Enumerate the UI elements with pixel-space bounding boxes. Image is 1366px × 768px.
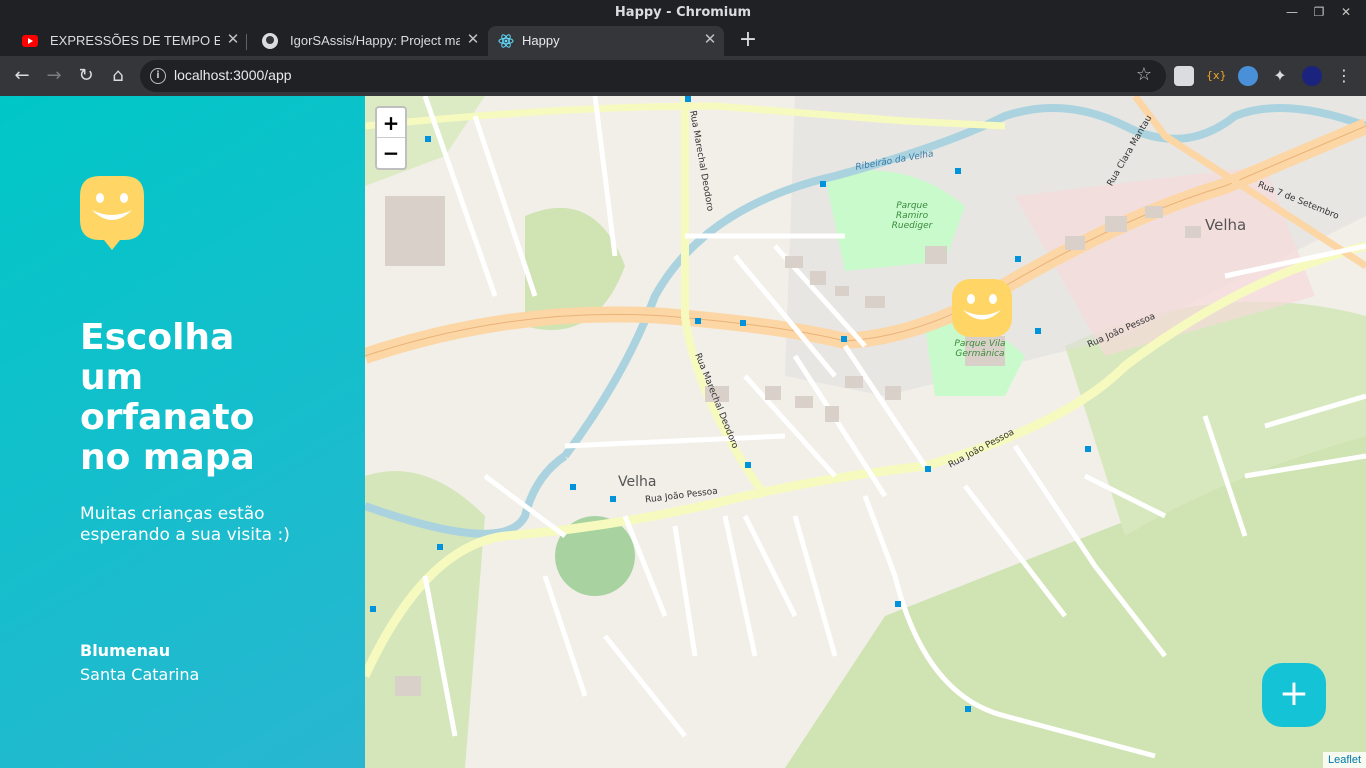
tab-label: EXPRESSÕES DE TEMPO EM IN xyxy=(50,33,220,48)
owl-extension-icon[interactable] xyxy=(1238,66,1258,86)
tab-youtube[interactable]: EXPRESSÕES DE TEMPO EM IN ✕ xyxy=(8,26,246,56)
github-icon xyxy=(262,33,278,49)
window-title: Happy - Chromium xyxy=(614,5,752,20)
youtube-icon xyxy=(22,35,38,47)
app: Escolha um orfanato no mapa Muitas crian… xyxy=(0,96,1366,768)
zoom-in-button[interactable]: + xyxy=(377,108,405,138)
avatar[interactable] xyxy=(1302,66,1322,86)
reload-icon[interactable]: ↻ xyxy=(74,64,98,88)
location-city: Blumenau xyxy=(80,641,171,660)
map[interactable]: Parque Ramiro Ruediger Parque Vila Germâ… xyxy=(365,96,1366,768)
sidebar: Escolha um orfanato no mapa Muitas crian… xyxy=(0,96,365,768)
react-icon xyxy=(498,34,514,48)
tab-github[interactable]: IgorSAssis/Happy: Project ma ✕ xyxy=(248,26,486,56)
map-attribution[interactable]: Leaflet xyxy=(1322,752,1366,768)
zoom-control: + − xyxy=(375,106,407,170)
minimize-icon[interactable]: — xyxy=(1283,2,1301,22)
address-bar[interactable]: i localhost:3000/app ☆ xyxy=(140,60,1166,92)
info-icon[interactable]: i xyxy=(150,68,166,84)
extension-icon[interactable] xyxy=(1174,66,1194,86)
tab-strip: EXPRESSÕES DE TEMPO EM IN ✕ IgorSAssis/H… xyxy=(0,26,1366,56)
tab-label: IgorSAssis/Happy: Project ma xyxy=(290,33,460,48)
tab-divider xyxy=(246,34,247,50)
restore-icon[interactable]: ❐ xyxy=(1310,2,1328,22)
close-tab-icon[interactable]: ✕ xyxy=(701,31,719,49)
park-label: Parque Vila Germânica xyxy=(954,339,1006,359)
map-tiles[interactable] xyxy=(365,96,1366,768)
bookmark-star-icon[interactable]: ☆ xyxy=(1136,64,1152,85)
zoom-out-button[interactable]: − xyxy=(377,138,405,168)
menu-kebab-icon[interactable]: ⋮ xyxy=(1334,66,1354,86)
close-tab-icon[interactable]: ✕ xyxy=(224,31,242,49)
url-text[interactable]: localhost:3000/app xyxy=(174,67,292,83)
tab-label: Happy xyxy=(522,33,560,48)
district-label: Velha xyxy=(1205,216,1247,234)
close-tab-icon[interactable]: ✕ xyxy=(464,31,482,49)
close-window-icon[interactable]: ✕ xyxy=(1337,2,1355,22)
forward-icon[interactable]: → xyxy=(42,64,66,88)
happy-logo-icon xyxy=(80,176,144,250)
district-label: Velha xyxy=(618,474,657,490)
add-orphanage-button[interactable]: + xyxy=(1262,663,1326,727)
location-state: Santa Catarina xyxy=(80,665,200,684)
window-titlebar: Happy - Chromium — ❐ ✕ xyxy=(0,0,1366,26)
park-label: Parque Ramiro Ruediger xyxy=(891,201,933,231)
puzzle-icon[interactable]: ✦ xyxy=(1270,66,1290,86)
page-subtitle: Muitas crianças estão esperando a sua vi… xyxy=(80,504,290,545)
orphanage-marker-icon[interactable] xyxy=(952,279,1012,339)
back-icon[interactable]: ← xyxy=(10,64,34,88)
home-icon[interactable]: ⌂ xyxy=(106,64,130,88)
json-extension-icon[interactable]: {x} xyxy=(1206,66,1227,86)
new-tab-button[interactable]: + xyxy=(736,28,760,52)
page-title: Escolha um orfanato no mapa xyxy=(80,317,255,478)
tab-happy[interactable]: Happy ✕ xyxy=(488,26,724,56)
browser-toolbar: ← → ↻ ⌂ i localhost:3000/app ☆ {x} ✦ ⋮ xyxy=(0,56,1366,96)
